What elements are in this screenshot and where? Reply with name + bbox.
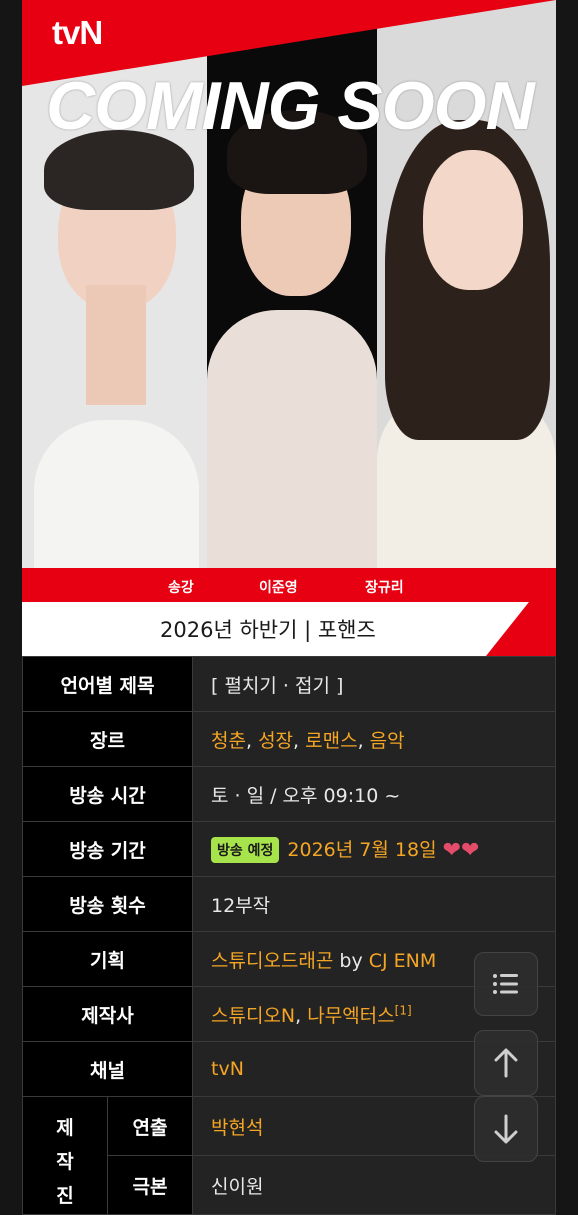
production-link-b[interactable]: 나무엑터스: [307, 1005, 394, 1027]
scroll-up-button[interactable]: [474, 1030, 538, 1096]
hearts-icon: ❤❤: [442, 837, 480, 863]
arrow-down-icon: [494, 1114, 518, 1144]
separator: ,: [293, 729, 306, 752]
cast-name-2: 이준영: [259, 580, 298, 596]
expand-collapse-toggle[interactable]: [ 펼치기 · 접기 ]: [211, 675, 343, 697]
scroll-down-button[interactable]: [474, 1096, 538, 1162]
writer-value: 신이원: [192, 1155, 556, 1215]
channel-link[interactable]: tvN: [211, 1058, 244, 1080]
cast-photo-3: [377, 120, 556, 570]
episodes-label: 방송 횟수: [22, 876, 193, 932]
toc-icon: [493, 974, 518, 994]
table-row: 언어별 제목 [ 펼치기 · 접기 ]: [22, 656, 556, 712]
production-link-a[interactable]: 스튜디오N: [211, 1005, 295, 1027]
director-label: 연출: [107, 1096, 193, 1156]
toc-button[interactable]: [474, 952, 538, 1016]
company-link[interactable]: CJ ENM: [369, 950, 437, 972]
director-link[interactable]: 박현석: [211, 1117, 263, 1139]
genre-link-romance[interactable]: 로맨스: [305, 730, 357, 752]
genre-label: 장르: [22, 711, 193, 767]
poster-headline: COMING SOON: [46, 68, 535, 144]
separator: ,: [295, 1004, 308, 1027]
poster-subtitle: 2026년 하반기 | 포핸즈: [160, 618, 376, 642]
status-badge: 방송 예정: [211, 837, 280, 864]
production-label: 제작사: [22, 986, 193, 1042]
title-label: 언어별 제목: [22, 656, 193, 712]
arrow-up-icon: [494, 1048, 518, 1078]
planning-link[interactable]: 스튜디오드래곤: [211, 950, 333, 972]
channel-label: 채널: [22, 1041, 193, 1097]
period-label: 방송 기간: [22, 821, 193, 877]
planning-label: 기획: [22, 931, 193, 987]
genre-link-growth[interactable]: 성장: [258, 730, 293, 752]
episodes-value: 12부작: [192, 876, 556, 932]
genre-link-youth[interactable]: 청춘: [211, 730, 246, 752]
footnote-link[interactable]: [1]: [395, 1003, 412, 1017]
tvn-logo: tvN: [52, 14, 103, 51]
cast-name-3: 장규리: [365, 580, 404, 596]
poster-image: tvN COMING SOON 송강 이준영 장규리 2026년 하반기 | 포…: [22, 0, 556, 656]
writer-label: 극본: [107, 1155, 193, 1215]
table-row: 방송 기간 방송 예정 2026년 7월 18일 ❤❤: [22, 821, 556, 877]
cast-photo-1: [22, 130, 207, 570]
table-row: 방송 시간 토 · 일 / 오후 09:10 ~: [22, 766, 556, 822]
airtime-value: 토 · 일 / 오후 09:10 ~: [192, 766, 556, 822]
table-row: 방송 횟수 12부작: [22, 876, 556, 932]
separator: ,: [245, 729, 259, 752]
premiere-date-link[interactable]: 2026년 7월 18일: [287, 839, 436, 861]
airtime-label: 방송 시간: [22, 766, 193, 822]
genre-link-music[interactable]: 음악: [370, 730, 405, 752]
by-text: by: [333, 949, 369, 972]
crew-label: 제작진: [56, 1117, 74, 1207]
cast-name-1: 송강: [168, 580, 194, 596]
table-row: 장르 청춘, 성장, 로맨스, 음악: [22, 711, 556, 767]
separator: ,: [357, 729, 370, 752]
cast-photo-2: [207, 110, 377, 570]
